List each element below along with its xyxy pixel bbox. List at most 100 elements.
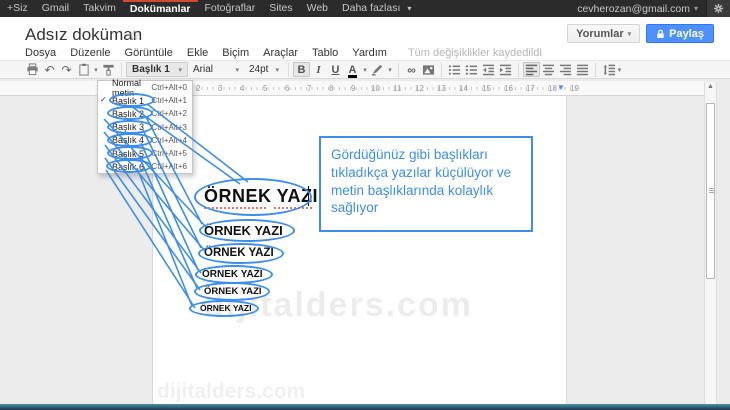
style-menu-item-heading2[interactable]: Başlık 2 Ctrl+Alt+2 <box>98 106 192 121</box>
paint-format-button[interactable] <box>100 62 117 77</box>
style-menu-shortcut: Ctrl+Alt+5 <box>151 149 187 159</box>
menu-ekle[interactable]: Ekle <box>180 47 215 59</box>
menu-yardim[interactable]: Yardım <box>345 47 394 59</box>
sample-text-heading3[interactable]: ÖRNEK YAZI <box>204 247 274 259</box>
ruler-number: 4 <box>240 84 245 93</box>
text-color-caret[interactable]: ▾ <box>361 62 369 77</box>
style-menu-item-normal[interactable]: Normal metin Ctrl+Alt+0 <box>98 78 192 98</box>
font-dropdown[interactable]: Arial ▾ <box>188 62 244 77</box>
web-clipboard-button[interactable] <box>75 62 92 77</box>
ruler-number: 9 <box>351 84 356 93</box>
print-button[interactable] <box>24 62 41 77</box>
style-dropdown-value: Başlık 1 <box>132 64 170 75</box>
insert-link-button[interactable]: ∞ <box>403 62 420 77</box>
topbar-link-more[interactable]: Daha fazlası <box>335 0 407 17</box>
star-icon[interactable]: ☆ <box>128 27 141 44</box>
divider <box>121 62 122 77</box>
text-color-button[interactable]: A <box>344 62 361 78</box>
sample-text-heading5[interactable]: ÖRNEK YAZI <box>204 286 262 297</box>
style-menu-label: Başlık 1 <box>112 95 145 106</box>
menu-bar: Dosya Düzenle Görüntüle Ekle Biçim Araçl… <box>18 47 542 59</box>
highlight-button[interactable] <box>369 62 386 77</box>
highlight-caret[interactable]: ▾ <box>386 62 394 77</box>
bulleted-list-button[interactable] <box>463 62 480 77</box>
style-dropdown[interactable]: Başlık 1 ▾ <box>126 62 188 77</box>
caret-icon: ▾ <box>94 66 98 74</box>
topbar-link-plus-siz[interactable]: +Siz <box>0 0 35 17</box>
ruler-number: 2 <box>196 84 201 93</box>
scrollbar-up-arrow[interactable]: ▲ <box>705 83 716 90</box>
menu-araclar[interactable]: Araçlar <box>256 47 305 59</box>
style-menu-item-heading4[interactable]: Başlık 4 Ctrl+Alt+4 <box>98 132 192 147</box>
bold-button[interactable]: B <box>293 62 310 77</box>
share-button-label: Paylaş <box>669 27 704 40</box>
sample-text-heading1[interactable]: ÖRNEK YAZI <box>204 186 318 207</box>
line-spacing-button[interactable]: ▾ <box>600 62 624 77</box>
line-spacing-icon <box>603 64 615 75</box>
sample-text-heading6[interactable]: ÖRNEK YAZI <box>200 303 252 313</box>
account-caret-icon: ▾ <box>693 4 698 13</box>
comments-button-label: Yorumlar <box>576 27 624 40</box>
topbar-link-sites[interactable]: Sites <box>262 0 299 17</box>
bulleted-list-icon <box>465 64 478 75</box>
style-menu-item-heading1[interactable]: ✓ Başlık 1 Ctrl+Alt+1 <box>98 93 192 108</box>
spellcheck-underline <box>204 207 266 209</box>
topbar-link-takvim[interactable]: Takvim <box>76 0 123 17</box>
style-menu-label: Başlık 4 <box>112 135 145 146</box>
numbered-list-button[interactable] <box>446 62 463 77</box>
clipboard-caret[interactable]: ▾ <box>92 62 100 77</box>
caret-icon: ▾ <box>617 66 622 74</box>
settings-gear-button[interactable] <box>706 0 730 17</box>
justify-button[interactable] <box>574 62 591 77</box>
vertical-scrollbar[interactable]: ▲ <box>704 82 717 404</box>
topbar-link-web[interactable]: Web <box>300 0 335 17</box>
ruler-number: 6 <box>285 84 290 93</box>
google-docs-window: +Siz Gmail Takvim Dokümanlar Fotoğraflar… <box>0 0 730 410</box>
scrollbar-thumb[interactable] <box>706 103 715 279</box>
menu-goruntule[interactable]: Görüntüle <box>118 47 180 59</box>
style-menu-shortcut: Ctrl+Alt+2 <box>151 109 187 119</box>
style-menu-item-heading3[interactable]: Başlık 3 Ctrl+Alt+3 <box>98 119 192 134</box>
outdent-icon <box>482 64 495 75</box>
google-black-bar: +Siz Gmail Takvim Dokümanlar Fotoğraflar… <box>0 0 730 17</box>
topbar-link-dokumanlar[interactable]: Dokümanlar <box>122 0 198 17</box>
sample-text-heading4[interactable]: ÖRNEK YAZI <box>202 269 263 280</box>
redo-button[interactable]: ↷ <box>58 62 75 77</box>
share-button[interactable]: Paylaş <box>646 24 714 43</box>
align-left-button[interactable] <box>523 62 540 77</box>
ruler-number: 18 <box>548 84 557 93</box>
account-email[interactable]: cevherozan@gmail.com <box>577 3 694 15</box>
align-center-icon <box>542 64 555 75</box>
insert-image-button[interactable] <box>420 62 437 77</box>
document-title[interactable]: Adsız doküman <box>25 25 142 45</box>
menu-duzenle[interactable]: Düzenle <box>63 47 117 59</box>
menu-tablo[interactable]: Tablo <box>305 47 345 59</box>
document-page[interactable]: dijitalders.com dijitalders.com Gördüğün… <box>152 96 567 404</box>
italic-button[interactable]: I <box>310 62 327 77</box>
bold-icon: B <box>297 63 306 76</box>
align-right-button[interactable] <box>557 62 574 77</box>
checkmark-icon: ✓ <box>100 95 107 105</box>
decrease-indent-button[interactable] <box>480 62 497 77</box>
style-menu-label: Başlık 2 <box>112 108 145 119</box>
ruler-number: 17 <box>526 84 535 93</box>
menu-bicim[interactable]: Biçim <box>215 47 256 59</box>
style-dropdown-menu: Normal metin Ctrl+Alt+0 ✓ Başlık 1 Ctrl+… <box>97 78 193 174</box>
topbar-link-gmail[interactable]: Gmail <box>35 0 76 17</box>
undo-button[interactable]: ↶ <box>41 62 58 77</box>
lock-icon <box>657 29 664 38</box>
style-menu-item-heading6[interactable]: Başlık 6 Ctrl+Alt+6 <box>98 159 192 174</box>
font-dropdown-value: Arial <box>193 64 214 75</box>
underline-button[interactable]: U <box>327 62 344 77</box>
sample-text-heading2[interactable]: ÖRNEK YAZI <box>204 223 283 238</box>
font-size-dropdown[interactable]: 24pt ▾ <box>244 62 284 77</box>
increase-indent-button[interactable] <box>497 62 514 77</box>
menu-dosya[interactable]: Dosya <box>18 47 63 59</box>
right-indent-marker[interactable]: ▼ <box>557 83 565 92</box>
topbar-link-fotograflar[interactable]: Fotoğraflar <box>198 0 263 17</box>
align-center-button[interactable] <box>540 62 557 77</box>
comments-button[interactable]: Yorumlar ▾ <box>567 24 641 43</box>
image-icon <box>422 64 435 75</box>
style-menu-item-heading5[interactable]: Başlık 5 Ctrl+Alt+5 <box>98 145 192 160</box>
style-menu-label: Başlık 6 <box>112 161 145 172</box>
